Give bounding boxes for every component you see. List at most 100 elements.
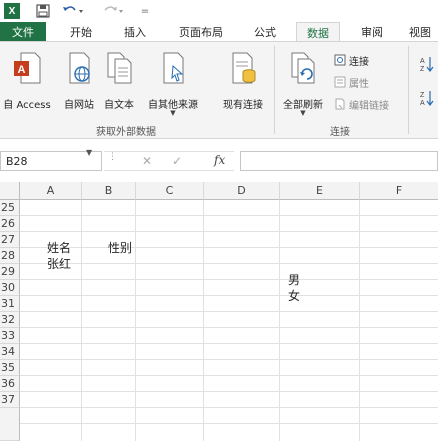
gridline xyxy=(279,200,280,441)
gridline xyxy=(20,231,438,232)
insert-function-icon[interactable]: fx xyxy=(214,153,225,167)
ribbon-data: A 自 Access 自网站 自文本 自其他来源 ▼ 现有连接 获取外部数据 全… xyxy=(0,41,438,139)
gridline xyxy=(81,200,82,441)
row-header-36[interactable]: 36 xyxy=(0,376,20,392)
edit-links-icon xyxy=(335,98,345,110)
gridline xyxy=(20,327,438,328)
svg-text:Z: Z xyxy=(420,92,425,99)
column-header-f[interactable]: F xyxy=(360,182,438,200)
gridline xyxy=(20,359,438,360)
column-header-d[interactable]: D xyxy=(204,182,280,200)
gridline xyxy=(359,200,360,441)
row-header-30[interactable]: 30 xyxy=(0,280,20,296)
cell-b27[interactable]: 性别 xyxy=(108,239,132,256)
existing-connections-button[interactable]: 现有连接 xyxy=(214,50,272,128)
select-all-corner[interactable] xyxy=(0,182,20,200)
row-header-32[interactable]: 32 xyxy=(0,312,20,328)
gridline xyxy=(20,311,438,312)
cell-a27[interactable]: 姓名 xyxy=(47,239,71,256)
row-header-25[interactable]: 25 xyxy=(0,200,20,216)
connections-icon xyxy=(334,54,346,66)
edit-links-label: 编辑链接 xyxy=(349,100,389,112)
cell-a28[interactable]: 张红 xyxy=(47,255,71,272)
row-header-33[interactable]: 33 xyxy=(0,328,20,344)
tab-insert[interactable]: 插入 xyxy=(116,22,154,42)
gridline xyxy=(20,375,438,376)
existing-connections-label: 现有连接 xyxy=(223,100,263,111)
gridline xyxy=(203,200,204,441)
other-sources-icon xyxy=(163,52,184,84)
from-access-button[interactable]: A 自 Access xyxy=(0,50,60,128)
redo-icon[interactable] xyxy=(102,2,124,20)
undo-icon[interactable] xyxy=(62,2,84,20)
row-header-34[interactable]: 34 xyxy=(0,344,20,360)
gridline xyxy=(20,279,438,280)
from-web-button[interactable]: 自网站 xyxy=(60,50,98,128)
group-separator xyxy=(274,46,275,134)
cell-e30[interactable]: 女 xyxy=(288,287,300,304)
column-header-a[interactable]: A xyxy=(20,182,82,200)
tab-data[interactable]: 数据 xyxy=(296,22,340,43)
from-access-label: 自 Access xyxy=(3,100,51,111)
gridline xyxy=(20,391,438,392)
tab-formulas[interactable]: 公式 xyxy=(246,22,284,42)
customize-qat-button[interactable]: = xyxy=(140,2,150,20)
from-other-sources-button[interactable]: 自其他来源 ▼ xyxy=(138,50,208,128)
dropdown-arrow-icon: ▼ xyxy=(300,109,306,117)
sort-za-icon[interactable]: ZA xyxy=(420,90,434,109)
sort-az-icon[interactable]: AZ xyxy=(420,56,434,75)
row-header-38[interactable] xyxy=(0,408,20,441)
tab-review[interactable]: 审阅 xyxy=(352,22,392,42)
cell-e29[interactable]: 男 xyxy=(288,271,300,288)
dropdown-arrow-icon: ▼ xyxy=(170,109,176,117)
properties-icon xyxy=(334,76,346,88)
web-icon xyxy=(69,52,90,84)
row-header-28[interactable]: 28 xyxy=(0,248,20,264)
gridline xyxy=(20,423,438,424)
grip-icon: ⋮ xyxy=(108,152,117,162)
gridline xyxy=(20,215,438,216)
column-header-b[interactable]: B xyxy=(82,182,136,200)
name-box-dropdown-icon[interactable]: ▼ xyxy=(86,148,92,157)
row-header-35[interactable]: 35 xyxy=(0,360,20,376)
edit-links-button[interactable]: 编辑链接 xyxy=(334,96,389,112)
from-text-button[interactable]: 自文本 xyxy=(100,50,138,128)
access-icon: A xyxy=(14,52,41,84)
tab-view[interactable]: 视图 xyxy=(402,22,438,42)
row-header-27[interactable]: 27 xyxy=(0,232,20,248)
existing-connections-icon xyxy=(232,52,256,84)
properties-button[interactable]: 属性 xyxy=(334,74,369,90)
gridline xyxy=(20,407,438,408)
cancel-icon[interactable]: ✕ xyxy=(142,154,152,168)
gridline xyxy=(20,263,438,264)
connections-button[interactable]: 连接 xyxy=(334,52,369,68)
svg-text:A: A xyxy=(420,58,425,65)
row-header-31[interactable]: 31 xyxy=(0,296,20,312)
group-label-connections: 连接 xyxy=(330,127,350,138)
save-icon[interactable] xyxy=(36,2,50,20)
svg-text:A: A xyxy=(420,100,425,106)
row-header-29[interactable]: 29 xyxy=(0,264,20,280)
refresh-all-button[interactable]: 全部刷新 ▼ xyxy=(276,50,330,128)
ribbon-tabs: 文件 开始 插入 页面布局 公式 数据 审阅 视图 xyxy=(0,22,438,43)
gridline xyxy=(135,200,136,441)
row-header-37[interactable]: 37 xyxy=(0,392,20,408)
column-header-c[interactable]: C xyxy=(136,182,204,200)
svg-text:Z: Z xyxy=(420,66,425,72)
quick-access-toolbar: X = xyxy=(0,0,438,22)
column-header-e[interactable]: E xyxy=(280,182,360,200)
tab-file[interactable]: 文件 xyxy=(0,22,46,42)
gridline xyxy=(20,247,438,248)
enter-icon[interactable]: ✓ xyxy=(172,154,182,168)
tab-home[interactable]: 开始 xyxy=(62,22,100,42)
formula-bar: B28 ▼ ⋮ ✕ ✓ fx xyxy=(0,144,438,178)
properties-label: 属性 xyxy=(349,78,369,90)
refresh-icon xyxy=(291,52,315,84)
formula-input[interactable] xyxy=(240,151,438,171)
connections-label: 连接 xyxy=(349,56,369,68)
excel-logo-icon: X xyxy=(4,3,20,19)
row-header-26[interactable]: 26 xyxy=(0,216,20,232)
worksheet-grid[interactable]: A B C D E F 25 26 27 28 29 30 31 32 33 3… xyxy=(0,182,438,441)
tab-page-layout[interactable]: 页面布局 xyxy=(170,22,232,42)
svg-text:A: A xyxy=(18,64,26,76)
